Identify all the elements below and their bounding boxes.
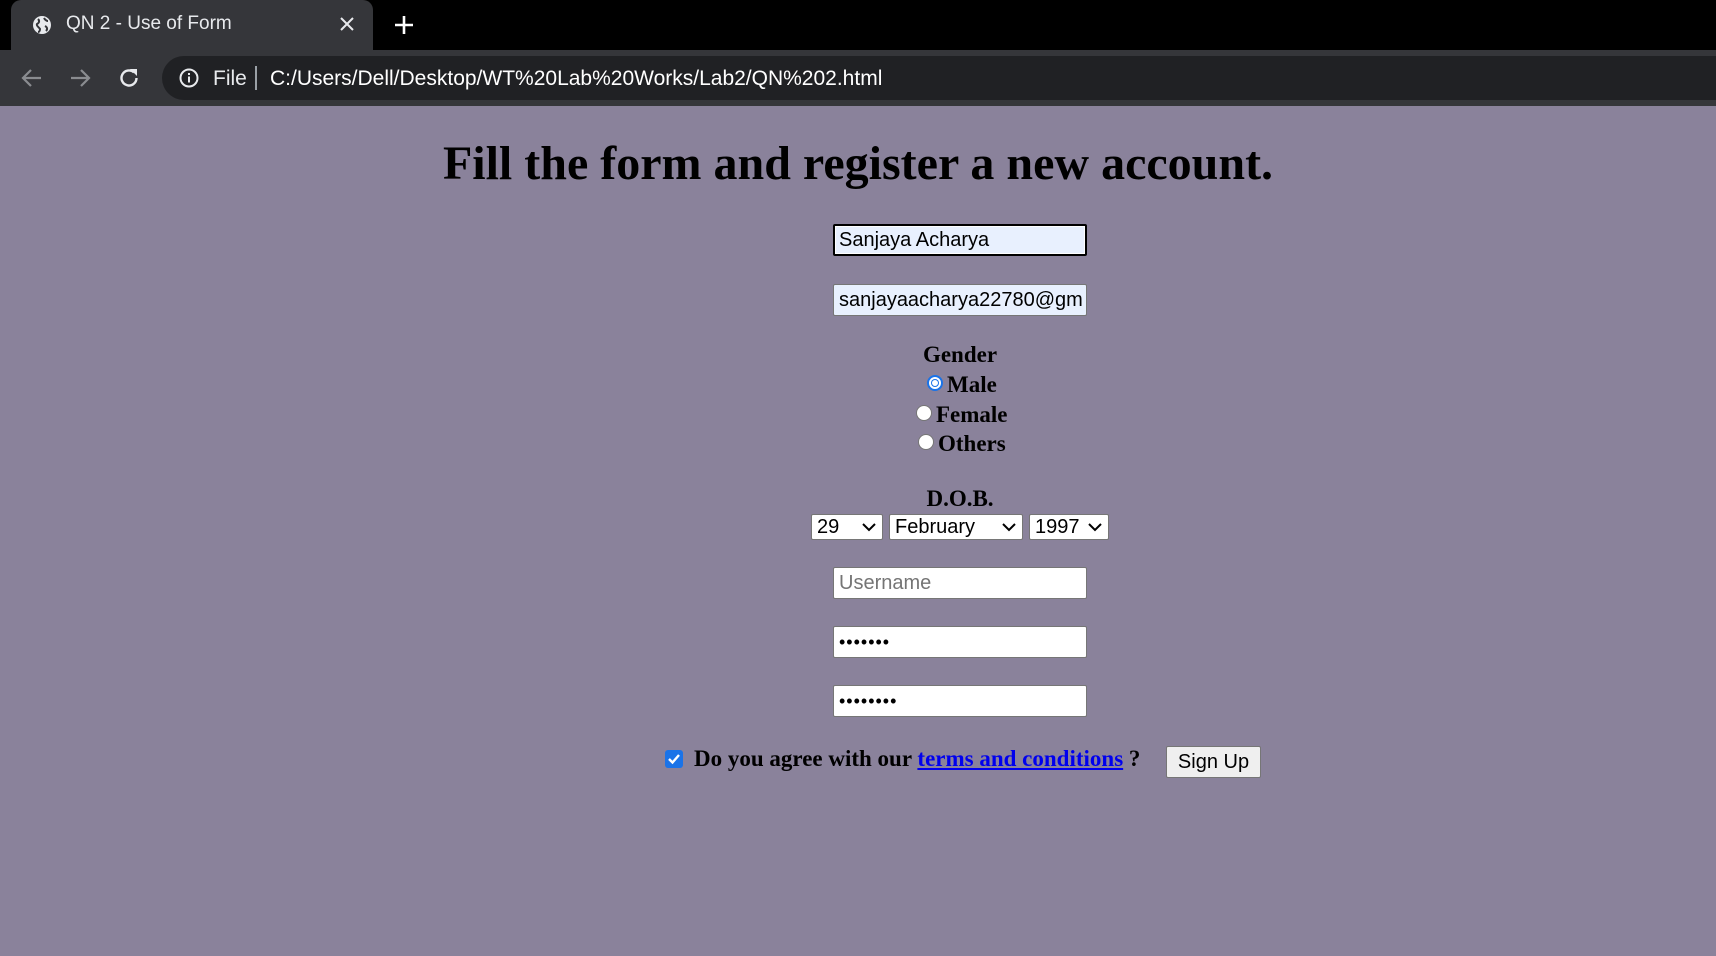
tab-strip: QN 2 - Use of Form — [0, 0, 1716, 50]
password-value: ••••••• — [839, 632, 891, 652]
terms-suffix: ? — [1128, 746, 1141, 771]
forward-arrow-icon[interactable] — [66, 64, 94, 92]
info-icon[interactable] — [178, 67, 200, 89]
scheme-label: File — [213, 67, 247, 90]
confirm-password-value: •••••••• — [839, 691, 898, 711]
dob-year-select[interactable]: 1997 — [1029, 514, 1109, 540]
reload-icon[interactable] — [115, 64, 143, 92]
dob-label: D.O.B. — [926, 486, 994, 511]
radio-label: Female — [936, 402, 1008, 427]
radio-male[interactable] — [927, 375, 943, 391]
back-arrow-icon[interactable] — [18, 64, 46, 92]
chevron-down-icon — [1088, 523, 1102, 532]
browser-toolbar: File C:/Users/Dell/Desktop/WT%20Lab%20Wo… — [0, 50, 1716, 106]
address-bar[interactable]: File C:/Users/Dell/Desktop/WT%20Lab%20Wo… — [162, 56, 1716, 100]
gender-option-male[interactable]: Male — [927, 372, 997, 398]
gender-option-female[interactable]: Female — [916, 402, 1008, 428]
terms-link[interactable]: terms and conditions — [917, 746, 1123, 771]
email-field[interactable]: sanjayaacharya22780@gm — [833, 284, 1087, 316]
page-title: Fill the form and register a new account… — [442, 137, 1274, 190]
confirm-password-field[interactable]: •••••••• — [833, 685, 1087, 717]
dob-day-select[interactable]: 29 — [811, 514, 883, 540]
password-field[interactable]: ••••••• — [833, 626, 1087, 658]
email-value: sanjayaacharya22780@gm — [839, 289, 1083, 311]
dob-selects: 29 February 1997 — [0, 514, 1716, 542]
full-name-value: Sanjaya Acharya — [839, 229, 990, 251]
radio-label: Male — [947, 372, 997, 397]
full-name-field[interactable]: Sanjaya Acharya — [833, 224, 1087, 256]
username-placeholder: Username — [839, 572, 932, 594]
terms-text: Do you agree with our terms and conditio… — [694, 746, 1140, 772]
globe-icon — [31, 14, 53, 36]
dob-month-select[interactable]: February — [889, 514, 1023, 540]
gender-option-others[interactable]: Others — [918, 431, 1006, 457]
dob-month-value: February — [895, 516, 976, 538]
dob-year-value: 1997 — [1035, 516, 1080, 538]
tab-title: QN 2 - Use of Form — [66, 13, 232, 34]
browser-tab[interactable]: QN 2 - Use of Form — [11, 0, 373, 50]
radio-female[interactable] — [916, 405, 932, 421]
close-icon[interactable] — [336, 13, 358, 35]
divider — [255, 66, 257, 90]
terms-prefix: Do you agree with our — [694, 746, 912, 771]
radio-others[interactable] — [918, 434, 934, 450]
plus-icon[interactable] — [390, 11, 418, 39]
dob-day-value: 29 — [817, 516, 840, 538]
chevron-down-icon — [862, 523, 876, 532]
url-text[interactable]: C:/Users/Dell/Desktop/WT%20Lab%20Works/L… — [270, 67, 882, 91]
radio-label: Others — [938, 431, 1006, 456]
gender-label: Gender — [922, 342, 998, 367]
checkmark-icon — [668, 754, 680, 765]
page-content: Fill the form and register a new account… — [0, 106, 1716, 956]
username-field[interactable]: Username — [833, 567, 1087, 599]
sign-up-button[interactable]: Sign Up — [1166, 746, 1261, 778]
terms-checkbox[interactable] — [665, 750, 683, 768]
chevron-down-icon — [1002, 523, 1016, 532]
